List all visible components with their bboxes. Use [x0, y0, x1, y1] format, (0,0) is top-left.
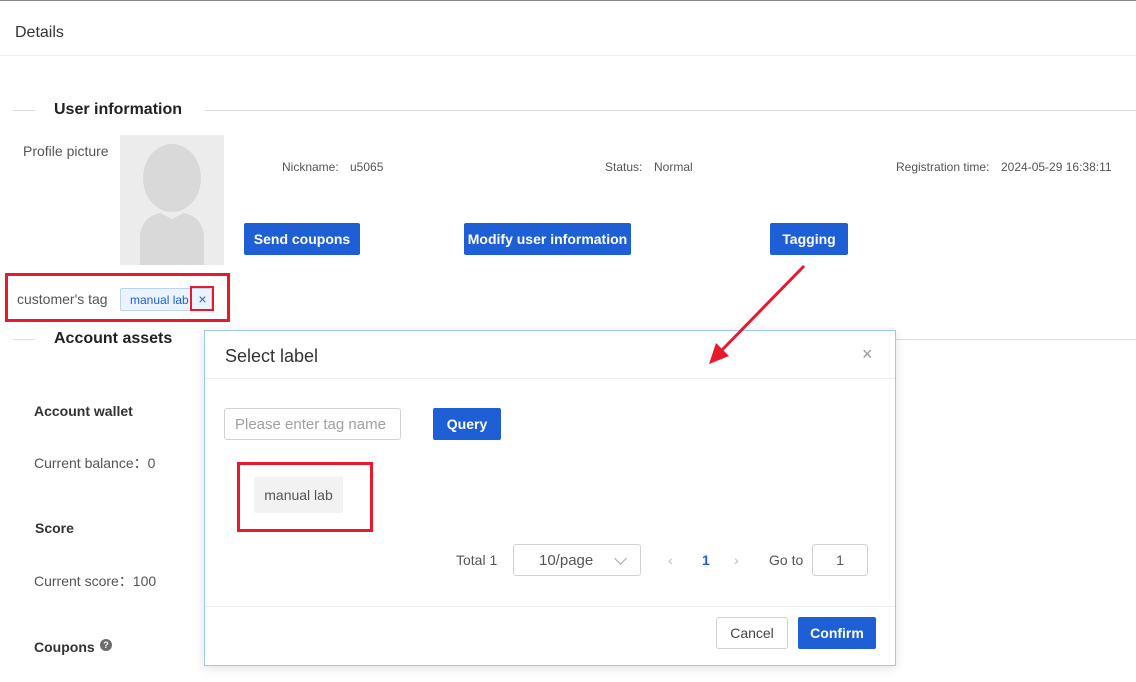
- current-score: Current score：100: [34, 573, 157, 589]
- title-divider: [0, 55, 1136, 56]
- coupons-title: Coupons: [34, 639, 95, 655]
- page-number-current[interactable]: 1: [702, 552, 710, 568]
- current-balance: Current balance：0: [34, 455, 156, 471]
- section-divider-left: [13, 110, 35, 111]
- page-size-select[interactable]: 10/page: [513, 544, 641, 576]
- tag-search-input[interactable]: [224, 408, 401, 440]
- avatar: [120, 135, 224, 265]
- registration-label: Registration time:: [896, 160, 990, 174]
- close-icon[interactable]: ×: [862, 345, 873, 363]
- dialog-footer-divider: [205, 606, 895, 607]
- status-label: Status:: [605, 160, 643, 174]
- assets-divider-left: [13, 339, 35, 340]
- modify-user-info-button[interactable]: Modify user information: [464, 223, 631, 255]
- next-page-icon[interactable]: ›: [734, 552, 739, 568]
- section-divider-right: [205, 110, 1136, 111]
- chevron-down-icon: [614, 552, 627, 565]
- dialog-header-divider: [205, 378, 895, 379]
- assets-divider-right: [896, 339, 1136, 340]
- nickname-value: u5065: [350, 160, 384, 174]
- annotation-box-remove: [190, 286, 214, 311]
- nickname-label: Nickname:: [282, 160, 339, 174]
- page-size-value: 10/page: [539, 552, 594, 569]
- prev-page-icon[interactable]: ‹: [668, 552, 673, 568]
- send-coupons-button[interactable]: Send coupons: [244, 223, 360, 255]
- user-info-title: User information: [54, 101, 183, 119]
- profile-picture-label: Profile picture: [23, 143, 109, 159]
- goto-label: Go to: [769, 552, 804, 568]
- tagging-button[interactable]: Tagging: [770, 223, 848, 255]
- score-title: Score: [35, 520, 74, 536]
- account-assets-title: Account assets: [54, 330, 173, 348]
- top-border: [0, 0, 1136, 1]
- account-wallet-title: Account wallet: [34, 403, 133, 419]
- annotation-box-tag-option: [237, 462, 373, 532]
- select-label-dialog: Select label × Query manual lab Total 1 …: [204, 330, 896, 666]
- help-icon[interactable]: ?: [100, 639, 112, 651]
- query-button[interactable]: Query: [433, 408, 501, 440]
- page-title: Details: [15, 24, 64, 41]
- confirm-button[interactable]: Confirm: [798, 617, 876, 649]
- registration-value: 2024-05-29 16:38:11: [1001, 160, 1112, 174]
- cancel-button[interactable]: Cancel: [716, 617, 788, 649]
- status-value: Normal: [654, 160, 693, 174]
- pagination-total: Total 1: [456, 552, 498, 568]
- goto-page-input[interactable]: [812, 544, 868, 576]
- user-silhouette-icon: [120, 135, 224, 265]
- dialog-title: Select label: [225, 346, 319, 366]
